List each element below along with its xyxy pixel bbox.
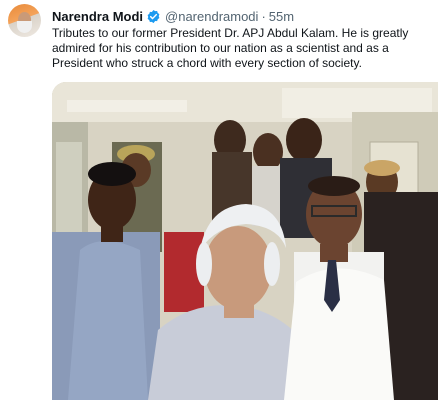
author-handle[interactable]: @narendramodi <box>165 9 258 24</box>
verified-badge-icon <box>146 9 161 24</box>
tweet[interactable]: Narendra Modi @narendramodi · 55m Tribut… <box>0 0 438 400</box>
author-avatar[interactable] <box>8 4 41 37</box>
tweet-timestamp[interactable]: 55m <box>269 9 294 24</box>
tweet-text: Tributes to our former President Dr. APJ… <box>52 26 409 70</box>
tweet-photo[interactable] <box>52 82 438 400</box>
photo-scene <box>52 82 438 400</box>
header-separator: · <box>261 8 266 24</box>
author-name[interactable]: Narendra Modi <box>52 9 143 24</box>
avatar-beard <box>17 21 32 33</box>
tweet-header: Narendra Modi @narendramodi · 55m <box>52 7 294 25</box>
